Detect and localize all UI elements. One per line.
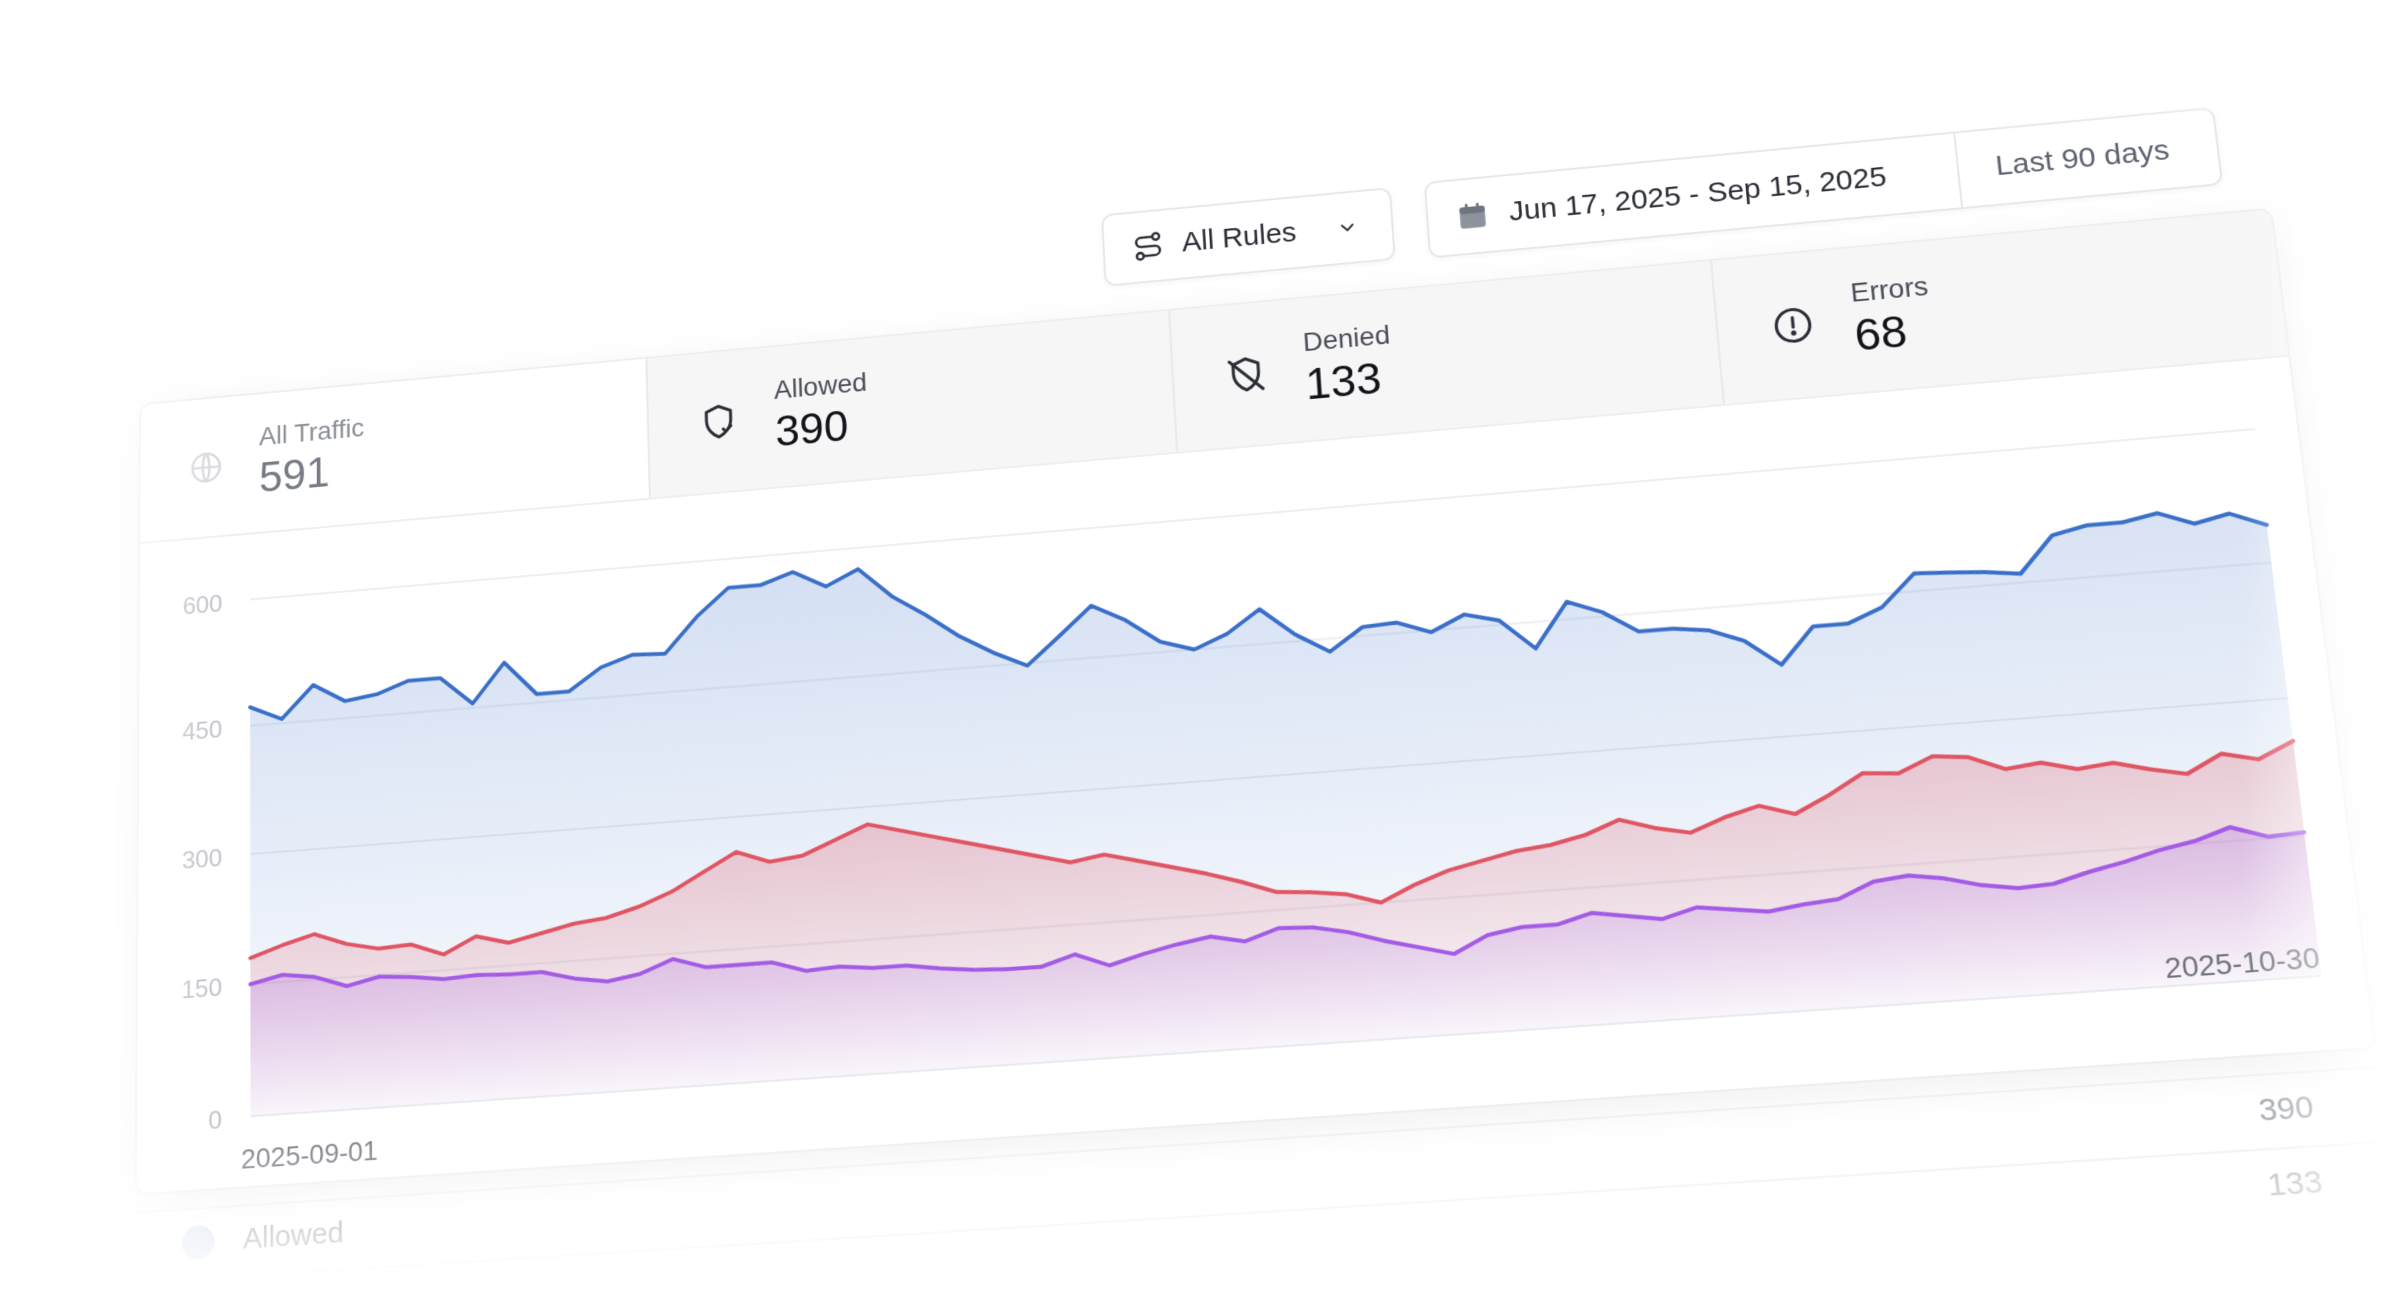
tab-value: 133 xyxy=(1304,352,1395,410)
tab-label: Errors xyxy=(1849,272,1929,308)
tab-value: 68 xyxy=(1852,303,1935,361)
legend-swatch xyxy=(182,1224,214,1260)
alert-circle-icon xyxy=(1768,302,1816,348)
y-tick-label: 300 xyxy=(182,845,222,875)
x-tick-label: 2025-09-01 xyxy=(241,1135,378,1175)
shield-check-icon xyxy=(697,399,740,444)
globe-icon xyxy=(188,448,225,488)
rules-dropdown[interactable]: All Rules xyxy=(1101,187,1396,287)
date-range-button[interactable]: Jun 17, 2025 - Sep 15, 2025 xyxy=(1426,133,1963,256)
dashboard-card: All Rules Jun 17, 2025 - Sep 15, 2025 La… xyxy=(134,103,2389,1296)
rules-dropdown-label: All Rules xyxy=(1181,215,1320,259)
y-tick-label: 150 xyxy=(181,975,222,1006)
tab-value: 390 xyxy=(775,399,870,457)
y-tick-label: 450 xyxy=(182,717,222,747)
legend-value: 133 xyxy=(2266,1164,2325,1204)
legend-value: 390 xyxy=(2257,1090,2316,1130)
y-tick-label: 0 xyxy=(208,1106,222,1135)
tab-value: 591 xyxy=(259,444,365,502)
edge-fade xyxy=(0,0,2400,140)
shield-off-icon xyxy=(1223,352,1268,397)
route-icon xyxy=(1131,229,1165,264)
chart-areas xyxy=(250,448,2322,1116)
calendar-icon xyxy=(1455,198,1491,233)
date-preset-button[interactable]: Last 90 days xyxy=(1957,130,2218,186)
date-range-label: Jun 17, 2025 - Sep 15, 2025 xyxy=(1508,161,1888,228)
y-tick-label: 600 xyxy=(183,591,223,621)
stage: All Rules Jun 17, 2025 - Sep 15, 2025 La… xyxy=(0,0,2400,1296)
traffic-chart-card: All Traffic 591 Allowed 390 Denied 133 E… xyxy=(135,207,2377,1195)
chevron-down-icon xyxy=(1336,216,1359,238)
